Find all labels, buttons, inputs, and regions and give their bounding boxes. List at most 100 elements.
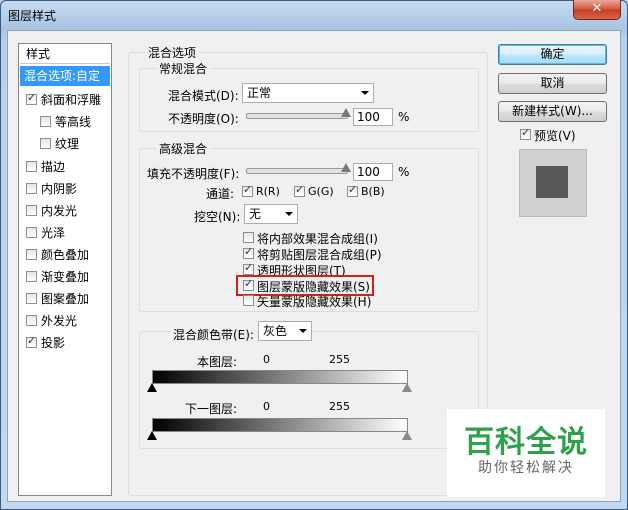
preview-swatch [536,166,568,198]
blend-mode-select[interactable]: 正常 [242,83,374,103]
style-item-blend-options[interactable]: 混合选项:自定 [20,66,110,86]
opacity-slider[interactable] [246,113,348,119]
style-item-checkbox[interactable] [26,315,37,326]
style-item-checkbox[interactable] [26,249,37,260]
fill-opacity-slider-thumb[interactable] [341,163,351,172]
vector-mask-hides-checkbox[interactable] [243,295,254,306]
style-list-header: 样式 [20,44,110,64]
style-item-bevel-emboss[interactable]: ✓ 斜面和浮雕 [20,90,110,110]
preview-checkbox[interactable]: ✓ [520,127,531,140]
style-item-label: 内发光 [41,204,78,218]
opacity-input[interactable]: 100 [353,108,393,126]
style-item-label: 描边 [41,160,66,174]
blend-interior-label: 将内部效果混合成组(I) [257,232,378,246]
style-preview [519,149,587,217]
fill-opacity-slider[interactable] [246,168,348,174]
new-style-button[interactable]: 新建样式(W)... [498,101,607,122]
style-item-checkbox[interactable] [40,116,51,127]
ok-button[interactable]: 确定 [498,44,607,65]
blend-interior-checkbox[interactable] [243,232,254,243]
style-item-checkbox[interactable] [40,138,51,149]
style-item-satin[interactable]: 光泽 [20,223,110,243]
style-item-checkbox[interactable] [26,161,37,172]
chevron-down-icon [285,212,293,216]
style-item-label: 图案叠加 [41,292,90,306]
style-item-contour[interactable]: 等高线 [20,112,110,132]
channels-label: 通道: [206,187,235,201]
style-item-label: 混合选项:自定 [24,69,101,83]
style-item-checkbox[interactable] [26,293,37,304]
transparency-shapes-checkbox[interactable]: ✓ [243,262,254,275]
blend-if-label: 混合颜色带(E): [170,326,257,343]
style-item-checkbox[interactable] [26,227,37,238]
knockout-label: 挖空(N): [194,210,241,224]
channel-g-checkbox[interactable]: ✓ [294,184,305,197]
opacity-slider-thumb[interactable] [341,108,351,117]
knockout-value: 无 [249,207,262,221]
underlying-layer-max: 255 [329,400,350,413]
blend-if-value: 灰色 [263,324,288,338]
blend-mode-label: 混合模式(D): [168,89,239,103]
style-item-color-overlay[interactable]: 颜色叠加 [20,245,110,265]
blend-options-title: 混合选项 [145,44,200,61]
channel-b-checkbox[interactable]: ✓ [347,184,358,197]
fill-opacity-input[interactable]: 100 [353,163,393,181]
this-layer-gradient [152,370,408,384]
style-item-label: 斜面和浮雕 [41,93,102,107]
style-item-label: 投影 [41,336,66,350]
style-item-texture[interactable]: 纹理 [20,134,110,154]
style-item-label: 颜色叠加 [41,248,90,262]
knockout-select[interactable]: 无 [244,204,298,224]
this-layer-black-slider[interactable] [147,383,157,392]
cancel-button[interactable]: 取消 [498,73,607,94]
blend-mode-value: 正常 [247,86,272,100]
style-item-checkbox[interactable] [26,205,37,216]
fill-opacity-unit: % [398,165,410,179]
style-item-label: 内阴影 [41,182,78,196]
vector-mask-hides-label: 矢量蒙版隐藏效果(H) [257,295,372,309]
style-item-inner-glow[interactable]: 内发光 [20,201,110,221]
style-item-checkbox[interactable]: ✓ [26,92,37,105]
this-layer-label: 本图层: [197,355,238,369]
style-item-pattern-overlay[interactable]: 图案叠加 [20,289,110,309]
style-item-label: 等高线 [55,115,92,129]
style-item-label: 光泽 [41,226,66,240]
style-item-inner-shadow[interactable]: 内阴影 [20,179,110,199]
watermark-title: 百科全说 [464,425,588,460]
opacity-unit: % [398,110,410,124]
channel-g-label: G(G) [308,185,334,198]
style-item-label: 外发光 [41,314,78,328]
style-item-drop-shadow[interactable]: ✓ 投影 [20,333,110,353]
this-layer-min: 0 [263,353,270,366]
chevron-down-icon [361,91,369,95]
this-layer-max: 255 [329,353,350,366]
channel-r-label: R(R) [256,185,280,198]
style-item-stroke[interactable]: 描边 [20,157,110,177]
underlying-layer-min: 0 [263,400,270,413]
blend-clipped-checkbox[interactable]: ✓ [243,246,254,259]
general-blending-title: 常规混合 [156,60,211,77]
style-item-gradient-overlay[interactable]: 渐变叠加 [20,267,110,287]
channel-r-checkbox[interactable]: ✓ [242,184,253,197]
style-item-checkbox[interactable] [26,183,37,194]
style-item-checkbox[interactable] [26,271,37,282]
blend-if-select[interactable]: 灰色 [258,321,312,341]
underlying-white-slider[interactable] [402,431,412,440]
advanced-blending-title: 高级混合 [156,140,211,157]
underlying-layer-gradient [152,418,408,432]
style-list: 样式 混合选项:自定 ✓ 斜面和浮雕 等高线 纹理 描边 内阴影 内发光 光泽 … [18,43,112,496]
chevron-down-icon [299,329,307,333]
opacity-label: 不透明度(O): [168,112,239,126]
style-item-label: 渐变叠加 [41,270,90,284]
underlying-layer-label: 下一图层: [185,402,238,416]
underlying-black-slider[interactable] [147,431,157,440]
style-item-label: 纹理 [55,137,80,151]
fill-opacity-label: 填充不透明度(F): [147,167,240,181]
this-layer-white-slider[interactable] [402,383,412,392]
window-title: 图层样式 [8,9,57,23]
style-item-checkbox[interactable]: ✓ [26,335,37,348]
blend-clipped-label: 将剪贴图层混合成组(P) [257,248,382,262]
style-item-outer-glow[interactable]: 外发光 [20,311,110,331]
watermark: 百科全说 助你轻松解决 [447,409,605,497]
close-button[interactable]: ✕ [573,0,621,20]
